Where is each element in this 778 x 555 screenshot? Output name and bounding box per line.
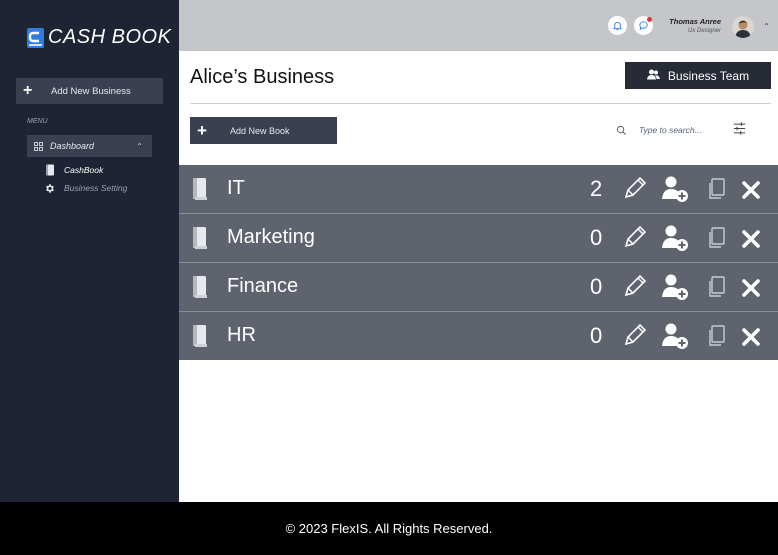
book-icon xyxy=(192,177,208,206)
add-member-icon[interactable] xyxy=(661,322,689,355)
close-icon[interactable] xyxy=(741,327,761,352)
book-list: IT 2 Marketing 0 Finance 0 HR 0 xyxy=(179,165,778,360)
edit-pencil-icon[interactable] xyxy=(622,224,648,255)
topbar: Thomas Anree Ux Designer ⌃ xyxy=(179,0,778,51)
book-count: 0 xyxy=(590,323,603,348)
logo[interactable]: CASH BOOK xyxy=(27,26,171,49)
book-icon xyxy=(192,226,208,255)
add-new-book-label: Add New Book xyxy=(229,125,290,136)
book-icon xyxy=(192,324,208,353)
copy-icon[interactable] xyxy=(707,276,725,303)
gear-icon xyxy=(44,182,55,194)
sidebar-item-cashbook-label: CashBook xyxy=(64,165,104,175)
main-content: Alice’s Business Business Team + Add New… xyxy=(179,51,778,502)
cashbook-logo-icon xyxy=(27,27,44,48)
search-icon xyxy=(616,123,627,141)
copy-icon[interactable] xyxy=(707,227,725,254)
logo-text: CASH BOOK xyxy=(48,26,172,48)
sidebar: CASH BOOK + Add New Business MENU Dashbo… xyxy=(0,0,179,502)
book-row[interactable]: Marketing 0 xyxy=(179,214,778,263)
book-name[interactable]: HR xyxy=(227,324,256,347)
sidebar-item-business-setting-label: Business Setting xyxy=(64,183,128,193)
user-role: Ux Designer xyxy=(687,28,721,34)
divider xyxy=(190,103,771,104)
book-name[interactable]: Marketing xyxy=(227,226,315,249)
notification-bell-icon[interactable] xyxy=(608,16,627,35)
book-name[interactable]: IT xyxy=(227,177,245,200)
sidebar-item-dashboard[interactable]: Dashboard ⌃ xyxy=(27,135,152,157)
message-badge-dot xyxy=(647,17,652,22)
book-row[interactable]: Finance 0 xyxy=(179,263,778,312)
close-icon[interactable] xyxy=(741,278,761,303)
add-new-business-button[interactable]: + Add New Business xyxy=(16,78,163,104)
add-member-icon[interactable] xyxy=(661,175,689,208)
book-name[interactable]: Finance xyxy=(227,275,298,298)
book-count: 2 xyxy=(590,176,603,201)
add-member-icon[interactable] xyxy=(661,224,689,257)
book-row[interactable]: IT 2 xyxy=(179,165,778,214)
user-info[interactable]: Thomas Anree Ux Designer xyxy=(669,17,721,34)
user-name: Thomas Anree xyxy=(669,17,721,26)
plus-icon: + xyxy=(197,120,207,140)
add-new-business-label: Add New Business xyxy=(51,85,131,97)
users-icon xyxy=(646,67,660,85)
business-team-label: Business Team xyxy=(667,68,750,83)
filter-sliders-icon[interactable] xyxy=(732,121,747,141)
edit-pencil-icon[interactable] xyxy=(622,322,648,353)
copyright-text: © 2023 FlexIS. All Rights Reserved. xyxy=(285,521,493,536)
avatar[interactable] xyxy=(732,16,754,38)
chevron-up-icon: ⌃ xyxy=(136,141,143,151)
book-row[interactable]: HR 0 xyxy=(179,312,778,360)
search-input[interactable] xyxy=(639,120,717,140)
add-member-icon[interactable] xyxy=(661,273,689,306)
footer: © 2023 FlexIS. All Rights Reserved. xyxy=(0,502,778,555)
sidebar-item-cashbook[interactable]: CashBook xyxy=(44,164,103,176)
add-new-book-button[interactable]: + Add New Book xyxy=(190,117,337,144)
plus-icon: + xyxy=(23,82,33,99)
copy-icon[interactable] xyxy=(707,178,725,205)
copy-icon[interactable] xyxy=(707,325,725,352)
message-icon[interactable] xyxy=(634,16,653,35)
app-root: CASH BOOK + Add New Business MENU Dashbo… xyxy=(0,0,778,555)
sidebar-item-dashboard-label: Dashboard xyxy=(50,141,95,151)
edit-pencil-icon[interactable] xyxy=(622,175,648,206)
page-title: Alice’s Business xyxy=(190,66,335,88)
chevron-up-icon[interactable]: ⌃ xyxy=(763,22,770,31)
book-icon xyxy=(44,164,55,176)
business-team-button[interactable]: Business Team xyxy=(625,62,771,89)
book-count: 0 xyxy=(590,225,603,250)
menu-section-title: MENU xyxy=(27,118,48,125)
book-icon xyxy=(192,275,208,304)
close-icon[interactable] xyxy=(741,180,761,205)
book-count: 0 xyxy=(590,274,603,299)
sidebar-item-business-setting[interactable]: Business Setting xyxy=(44,182,127,194)
close-icon[interactable] xyxy=(741,229,761,254)
edit-pencil-icon[interactable] xyxy=(622,273,648,304)
dashboard-grid-icon xyxy=(34,141,43,151)
